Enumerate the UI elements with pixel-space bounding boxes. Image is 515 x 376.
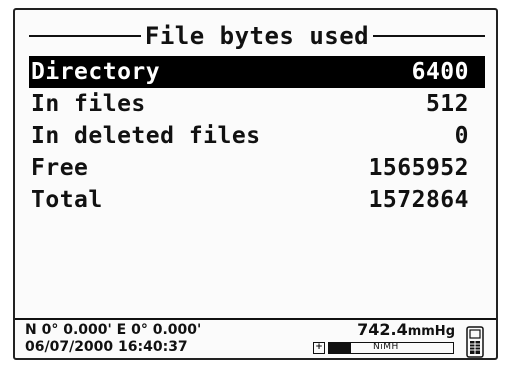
list-item-directory[interactable]: Directory 6400 xyxy=(29,56,485,88)
battery-level-fill xyxy=(329,343,351,353)
gps-coordinates: N 0° 0.000' E 0° 0.000' xyxy=(25,322,202,338)
page-title: File bytes used xyxy=(144,22,370,50)
row-label: Directory xyxy=(31,59,161,85)
bytes-list: Directory 6400 In files 512 In deleted f… xyxy=(29,56,485,216)
pressure-unit: mmHg xyxy=(407,324,455,339)
battery-indicator: + NiMH xyxy=(313,341,461,355)
device-screen: File bytes used Directory 6400 In files … xyxy=(13,8,498,360)
date-time: 06/07/2000 16:40:37 xyxy=(25,339,188,355)
row-value: 512 xyxy=(425,91,469,117)
status-divider xyxy=(15,318,496,320)
list-item-in-files[interactable]: In files 512 xyxy=(29,88,485,120)
row-label: Free xyxy=(31,155,89,181)
status-bar: N 0° 0.000' E 0° 0.000' 06/07/2000 16:40… xyxy=(25,321,455,358)
title-line-left xyxy=(29,35,141,37)
handheld-device-icon xyxy=(466,326,484,358)
row-label: In deleted files xyxy=(31,123,261,149)
row-value: 6400 xyxy=(411,59,469,85)
list-item-total[interactable]: Total 1572864 xyxy=(29,184,485,216)
row-value: 0 xyxy=(454,123,469,149)
list-item-free[interactable]: Free 1565952 xyxy=(29,152,485,184)
pressure-value: 742.4 xyxy=(357,320,408,339)
list-item-in-deleted-files[interactable]: In deleted files 0 xyxy=(29,120,485,152)
row-label: In files xyxy=(31,91,146,117)
battery-type-label: NiMH xyxy=(373,342,399,352)
row-label: Total xyxy=(31,187,103,213)
title-line-right xyxy=(373,35,485,37)
title-row: File bytes used xyxy=(29,22,485,50)
battery-icon: NiMH xyxy=(328,342,454,354)
row-value: 1572864 xyxy=(368,187,469,213)
barometric-pressure: 742.4 mmHg xyxy=(357,321,455,341)
plug-icon: + xyxy=(313,342,325,354)
row-value: 1565952 xyxy=(368,155,469,181)
